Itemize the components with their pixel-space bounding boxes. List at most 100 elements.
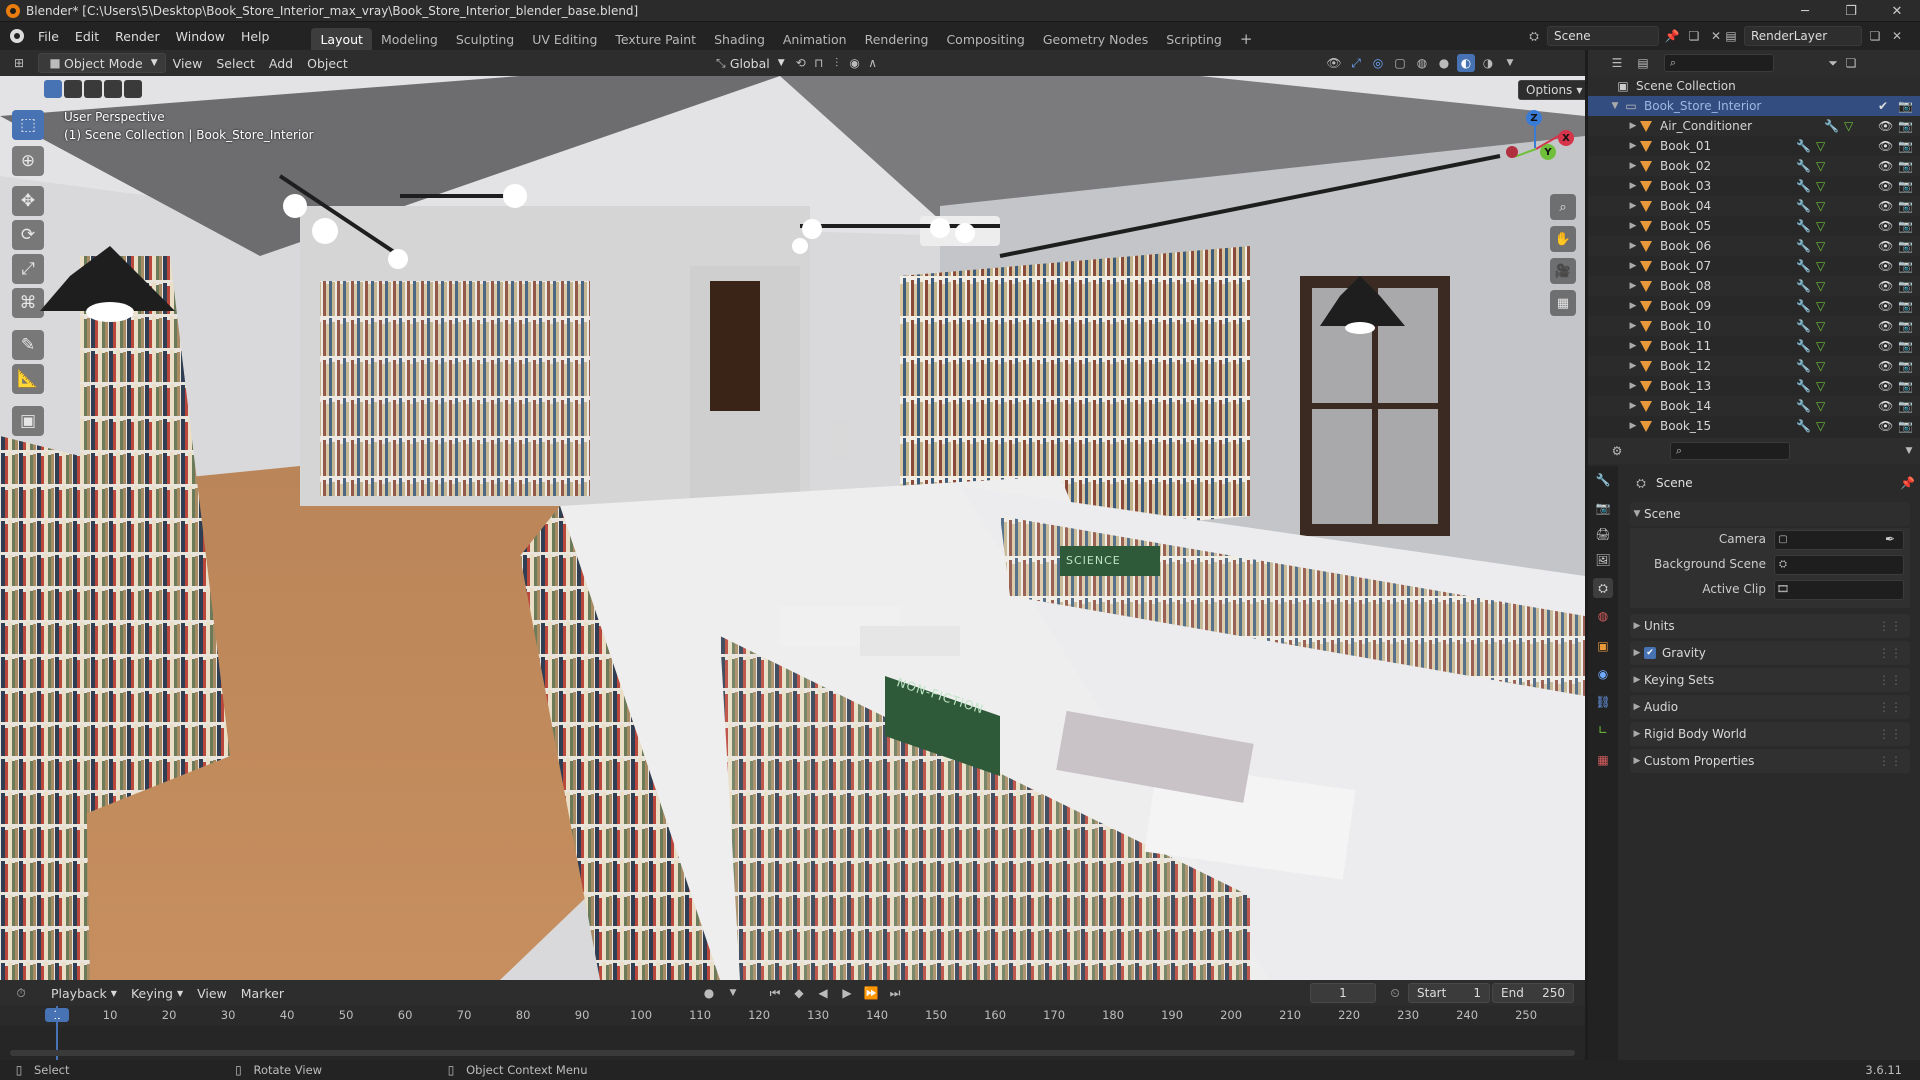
eye-icon[interactable]: 👁 xyxy=(1878,399,1893,413)
render-tab-icon[interactable]: 📷 xyxy=(1593,498,1613,518)
expand-chevron-icon[interactable]: ▶ xyxy=(1626,341,1640,351)
render-layer-icon[interactable]: ▤ xyxy=(1722,27,1740,45)
new-layer-icon[interactable]: ❏ xyxy=(1866,27,1884,45)
maximize-button[interactable]: ❐ xyxy=(1828,0,1874,22)
object-menu[interactable]: Object xyxy=(300,53,355,73)
timeline-scrollbar[interactable] xyxy=(10,1050,1575,1056)
visibility-icon[interactable]: 👁 xyxy=(1325,54,1343,72)
eye-icon[interactable]: 👁 xyxy=(1878,219,1893,233)
mesh-data-icon[interactable]: ▽ xyxy=(1844,119,1853,133)
collection-render-icon[interactable]: 📷 xyxy=(1898,99,1913,113)
modifier-icon[interactable]: 🔧 xyxy=(1796,239,1811,253)
camera-render-icon[interactable]: 📷 xyxy=(1898,139,1913,153)
modifier-icon[interactable]: 🔧 xyxy=(1824,119,1839,133)
shading-options-icon[interactable]: ▼ xyxy=(1501,54,1519,72)
gizmo-x-axis[interactable]: X xyxy=(1558,130,1574,146)
panel-units[interactable]: ▶ Units ⋮⋮ xyxy=(1630,614,1910,638)
select-box-icon[interactable]: ⬚ xyxy=(12,110,44,140)
expand-chevron-icon[interactable]: ▼ xyxy=(1608,101,1622,111)
expand-chevron-icon[interactable]: ▶ xyxy=(1626,401,1640,411)
panel-custom-properties[interactable]: ▶ Custom Properties ⋮⋮ xyxy=(1630,749,1910,773)
outliner-item[interactable]: ▶ Book_08 🔧 ▽ 👁 📷 xyxy=(1588,276,1920,296)
gizmo-y-axis[interactable]: Y xyxy=(1540,144,1556,160)
minimize-button[interactable]: ─ xyxy=(1782,0,1828,22)
mesh-data-icon[interactable]: ▽ xyxy=(1816,319,1825,333)
outliner-item[interactable]: ▶ Book_12 🔧 ▽ 👁 📷 xyxy=(1588,356,1920,376)
expand-chevron-icon[interactable]: ▶ xyxy=(1626,181,1640,191)
scale-icon[interactable]: ⤢ xyxy=(12,254,44,284)
expand-chevron-icon[interactable]: ▶ xyxy=(1626,161,1640,171)
eye-icon[interactable]: 👁 xyxy=(1878,179,1893,193)
active-clip-field[interactable]: 🎞 xyxy=(1774,580,1904,600)
menu-help[interactable]: Help xyxy=(233,22,278,50)
material-shading-icon[interactable]: ◐ xyxy=(1457,54,1475,72)
view-menu[interactable]: View xyxy=(166,53,210,73)
menu-window[interactable]: Window xyxy=(168,22,233,50)
new-collection-icon[interactable]: ❏ xyxy=(1842,54,1860,72)
workspace-tab-texture-paint[interactable]: Texture Paint xyxy=(606,28,705,50)
modifier-icon[interactable]: 🔧 xyxy=(1796,299,1811,313)
snap-target-icon[interactable]: ⫶ xyxy=(828,54,846,72)
outliner-item[interactable]: ▶ Book_01 🔧 ▽ 👁 📷 xyxy=(1588,136,1920,156)
eye-icon[interactable]: 👁 xyxy=(1878,419,1893,433)
camera-render-icon[interactable]: 📷 xyxy=(1898,199,1913,213)
modifier-icon[interactable]: 🔧 xyxy=(1796,259,1811,273)
eye-icon[interactable]: 👁 xyxy=(1878,319,1893,333)
workspace-tab-sculpting[interactable]: Sculpting xyxy=(447,28,523,50)
eye-icon[interactable]: 👁 xyxy=(1878,159,1893,173)
modifier-icon[interactable]: 🔧 xyxy=(1796,159,1811,173)
eye-icon[interactable]: 👁 xyxy=(1878,279,1893,293)
mesh-data-icon[interactable]: ▽ xyxy=(1816,159,1825,173)
menu-edit[interactable]: Edit xyxy=(67,22,107,50)
falloff-icon[interactable]: ∧ xyxy=(864,54,882,72)
eyedropper-icon[interactable]: ✒ xyxy=(1885,532,1895,546)
pivot-icon[interactable]: ⟲ xyxy=(792,54,810,72)
mode-selector[interactable]: ■ Object Mode ▼ xyxy=(38,53,166,73)
camera-render-icon[interactable]: 📷 xyxy=(1898,319,1913,333)
add-workspace-button[interactable]: + xyxy=(1231,28,1262,50)
menu-file[interactable]: File xyxy=(30,22,67,50)
xray-icon[interactable]: ▢ xyxy=(1391,54,1409,72)
camera-render-icon[interactable]: 📷 xyxy=(1898,399,1913,413)
camera-render-icon[interactable]: 📷 xyxy=(1898,379,1913,393)
eye-icon[interactable]: 👁 xyxy=(1878,139,1893,153)
texture-tab-icon[interactable]: ▦ xyxy=(1593,750,1613,770)
delete-layer-icon[interactable]: ✕ xyxy=(1888,27,1906,45)
background-scene-field[interactable]: ⛭ xyxy=(1774,555,1904,575)
panel-gravity[interactable]: ▶ ✔ Gravity ⋮⋮ xyxy=(1630,641,1910,665)
workspace-tab-animation[interactable]: Animation xyxy=(774,28,856,50)
gizmo-z-axis[interactable]: Z xyxy=(1526,110,1542,126)
select-intersect-button[interactable] xyxy=(124,80,142,98)
modifier-icon[interactable]: 🔧 xyxy=(1796,279,1811,293)
object-tab-icon[interactable]: ▣ xyxy=(1593,636,1613,656)
collection-check-icon[interactable]: ✔ xyxy=(1878,99,1888,113)
world-tab-icon[interactable]: ◍ xyxy=(1593,606,1613,626)
outliner-item[interactable]: ▶ Book_06 🔧 ▽ 👁 📷 xyxy=(1588,236,1920,256)
next-keyframe-icon[interactable]: ⏩ xyxy=(862,984,880,1002)
outliner-item[interactable]: ▶ Air_Conditioner 🔧 ▽ 👁 📷 xyxy=(1588,116,1920,136)
navigation-gizmo[interactable]: Z X Y xyxy=(1494,108,1578,192)
expand-chevron-icon[interactable]: ▶ xyxy=(1626,141,1640,151)
properties-search-input[interactable]: ⌕ xyxy=(1670,442,1790,460)
modifier-icon[interactable]: 🔧 xyxy=(1796,199,1811,213)
panel-keying-sets[interactable]: ▶ Keying Sets ⋮⋮ xyxy=(1630,668,1910,692)
timeline-view-menu[interactable]: View xyxy=(190,983,234,1003)
add-cube-icon[interactable]: ▣ xyxy=(12,406,44,436)
camera-render-icon[interactable]: 📷 xyxy=(1898,259,1913,273)
view-layer-tab-icon[interactable]: 🖼 xyxy=(1593,550,1613,570)
pin-icon[interactable]: 📌 xyxy=(1899,474,1917,492)
camera-render-icon[interactable]: 📷 xyxy=(1898,219,1913,233)
drag-handle-icon[interactable]: ⋮⋮ xyxy=(1878,727,1902,741)
play-reverse-icon[interactable]: ◀ xyxy=(814,984,832,1002)
record-options-icon[interactable]: ▼ xyxy=(724,984,742,1002)
select-invert-button[interactable] xyxy=(104,80,122,98)
eye-icon[interactable]: 👁 xyxy=(1878,299,1893,313)
modifier-icon[interactable]: 🔧 xyxy=(1796,399,1811,413)
camera-render-icon[interactable]: 📷 xyxy=(1898,279,1913,293)
select-subtract-button[interactable] xyxy=(84,80,102,98)
mesh-data-icon[interactable]: ▽ xyxy=(1816,239,1825,253)
move-icon[interactable]: ✥ xyxy=(12,186,44,216)
modifier-icon[interactable]: 🔧 xyxy=(1796,359,1811,373)
expand-chevron-icon[interactable]: ▶ xyxy=(1626,121,1640,131)
editor-type-icon[interactable]: ⊞ xyxy=(10,54,28,72)
